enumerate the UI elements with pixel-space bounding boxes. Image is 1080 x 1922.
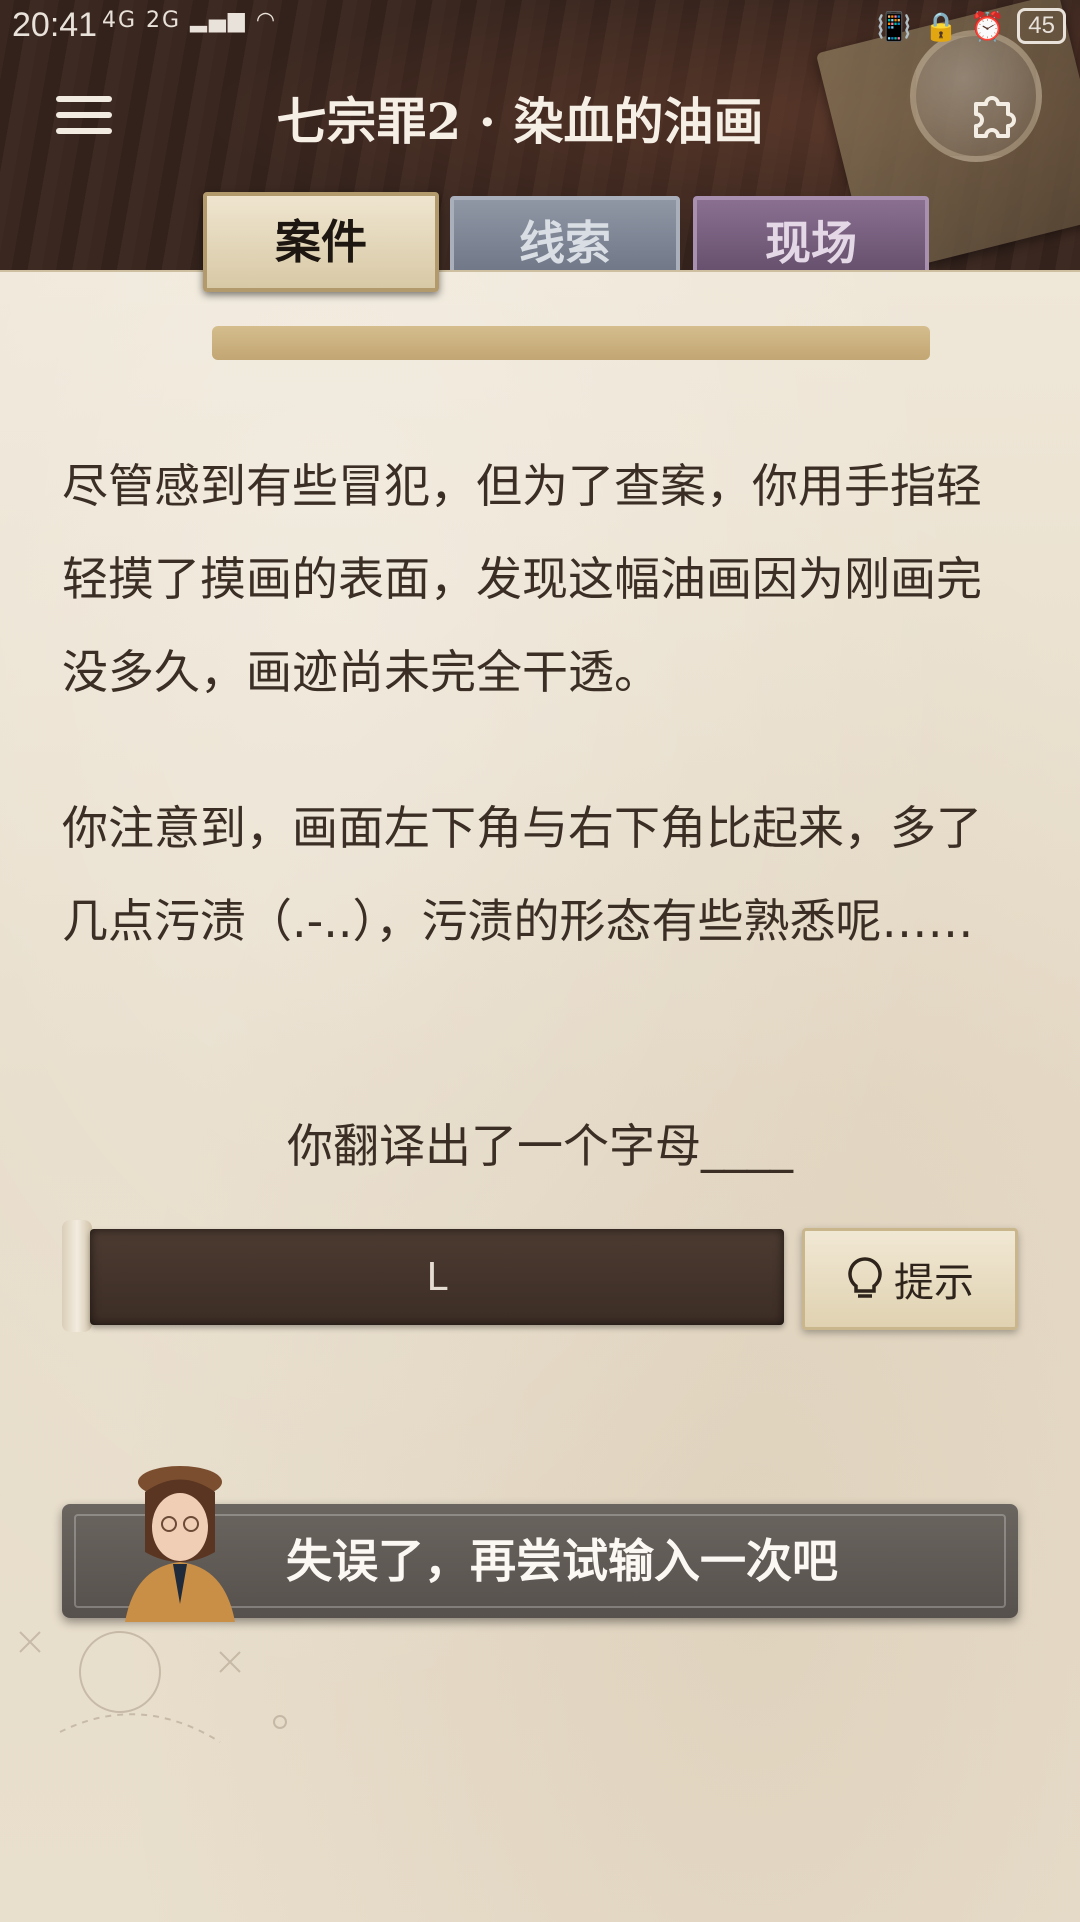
puzzle-icon[interactable] (962, 86, 1022, 146)
signal-icon: 4G 2G ▂▄▆ ◠ (102, 8, 278, 33)
network-label: 4G 2G (102, 8, 182, 33)
lightbulb-icon (848, 1257, 882, 1298)
answer-value: L (426, 1255, 448, 1299)
toast-message: 失误了，再尝试输入一次吧 (286, 1534, 838, 1588)
tab-scene-label: 现场 (765, 216, 857, 270)
answer-input[interactable]: L (90, 1229, 784, 1325)
scroll-roll-decoration (62, 1220, 92, 1332)
hint-label: 提示 (894, 1260, 974, 1306)
status-bar: 20:41 4G 2G ▂▄▆ ◠ 📳 🔒 ⏰ 45 (0, 0, 1080, 56)
tab-clues-label: 线索 (519, 216, 611, 270)
case-paper: 尽管感到有些冒犯，但为了查案，你用手指轻轻摸了摸画的表面，发现这幅油画因为刚画完… (0, 270, 1080, 1922)
question-prompt: 你翻译出了一个字母____ (287, 1119, 793, 1173)
battery-icon: 45 (1017, 8, 1066, 44)
hint-button[interactable]: 提示 (802, 1228, 1018, 1330)
battery-level: 45 (1028, 12, 1055, 39)
status-time: 20:41 (12, 6, 98, 44)
alarm-icon: ⏰ (970, 9, 1006, 43)
tab-case[interactable]: 案件 (203, 192, 439, 292)
page-title: 七宗罪2 · 染血的油画 (276, 92, 764, 151)
vibrate-icon: 📳 (876, 9, 912, 43)
story-paragraph-1: 尽管感到有些冒犯，但为了查案，你用手指轻轻摸了摸画的表面，发现这幅油画因为刚画完… (62, 459, 982, 699)
paper-divider-bar (212, 326, 930, 360)
status-right-icons: 📳 🔒 ⏰ 45 (877, 8, 1066, 44)
menu-icon[interactable] (56, 96, 112, 134)
lock-icon: 🔒 (923, 9, 959, 43)
detective-avatar (125, 1466, 235, 1622)
tab-case-label: 案件 (275, 215, 367, 269)
story-paragraph-2: 你注意到，画面左下角与右下角比起来，多了几点污渍（.-..），污渍的形态有些熟悉… (62, 801, 982, 948)
tactics-doodle (19, 1631, 287, 1743)
